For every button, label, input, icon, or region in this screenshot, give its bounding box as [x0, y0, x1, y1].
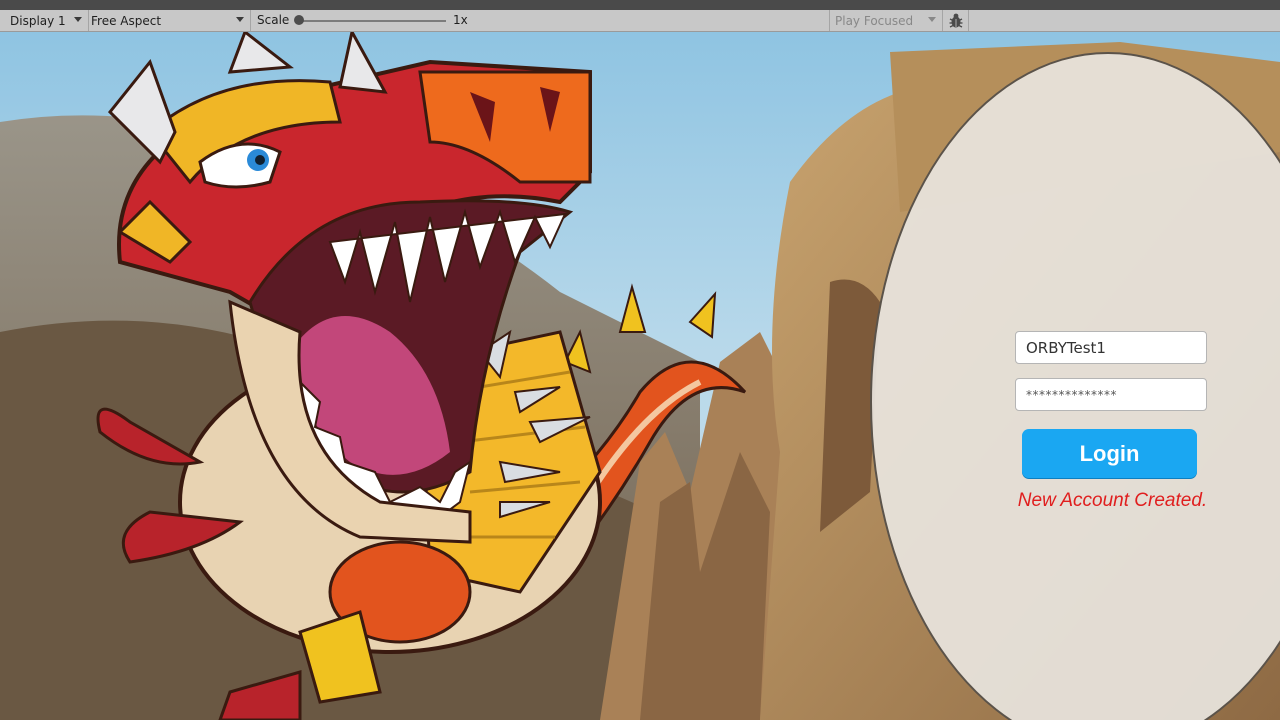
play-mode-label: Play Focused	[835, 13, 914, 28]
scale-label: Scale	[257, 13, 290, 27]
chevron-down-icon	[928, 17, 936, 22]
game-view-toolbar: Display 1 Free Aspect Scale 1x Play Focu…	[0, 0, 1280, 32]
password-input[interactable]: **************	[1015, 378, 1207, 411]
aspect-dropdown[interactable]: Free Aspect	[88, 10, 250, 31]
username-input[interactable]: ORBYTest1	[1015, 331, 1207, 364]
username-value: ORBYTest1	[1026, 338, 1106, 357]
scale-slider-track[interactable]	[298, 20, 446, 22]
aspect-dropdown-label: Free Aspect	[91, 13, 162, 28]
password-value: **************	[1026, 387, 1117, 402]
play-mode-dropdown[interactable]: Play Focused	[830, 10, 942, 31]
display-dropdown[interactable]: Display 1	[0, 10, 88, 31]
game-view[interactable]	[0, 32, 1280, 720]
status-message: New Account Created.	[1017, 490, 1208, 511]
toolbar-strip: Display 1 Free Aspect Scale 1x Play Focu…	[0, 10, 1280, 32]
login-button-label: Login	[1079, 440, 1140, 466]
login-button[interactable]: Login	[1022, 429, 1197, 478]
scale-slider-thumb[interactable]	[294, 15, 304, 25]
debug-toggle-button[interactable]	[945, 11, 967, 31]
display-dropdown-label: Display 1	[10, 13, 66, 28]
toolbar-empty-area	[968, 10, 1280, 31]
toolbar-divider	[250, 10, 251, 31]
chevron-down-icon	[74, 17, 82, 22]
toolbar-divider	[942, 10, 943, 31]
bug-icon	[949, 13, 963, 28]
scale-value: 1x	[453, 13, 468, 27]
chevron-down-icon	[236, 17, 244, 22]
